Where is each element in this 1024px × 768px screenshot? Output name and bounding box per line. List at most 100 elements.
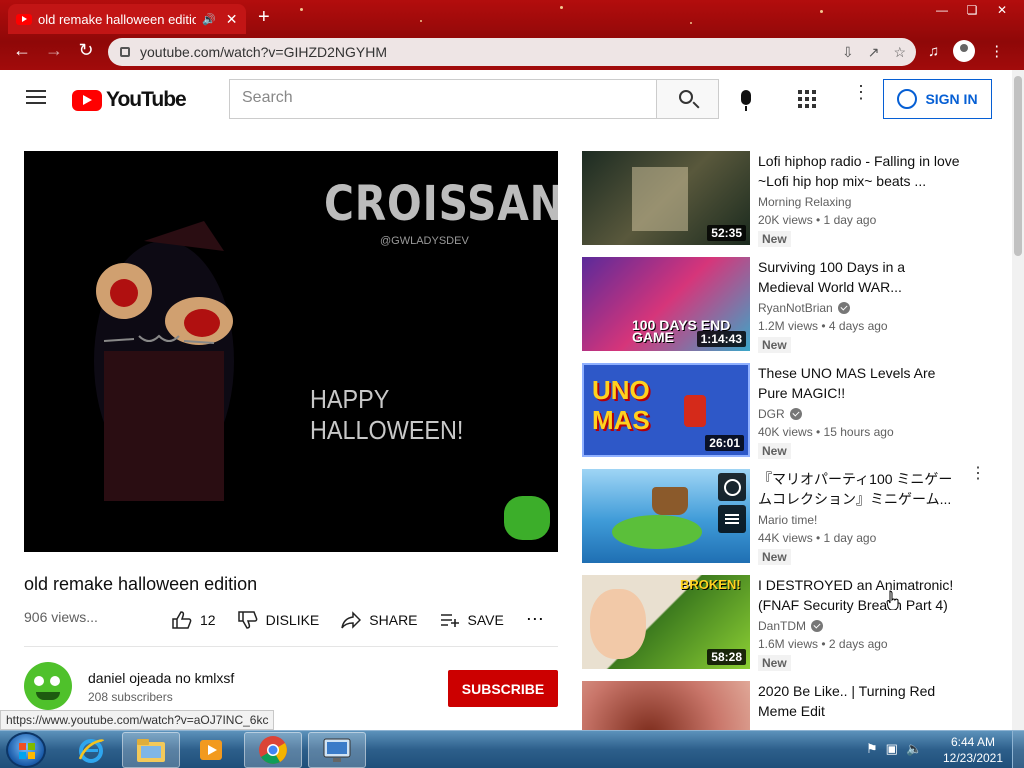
- duration-badge: 52:35: [707, 225, 746, 241]
- install-icon[interactable]: ⇩: [842, 44, 854, 61]
- recommendation-title[interactable]: Lofi hiphop radio - Falling in love ~Lof…: [758, 151, 962, 191]
- media-player-icon: [200, 740, 222, 760]
- recommendation-title[interactable]: Surviving 100 Days in a Medieval World W…: [758, 257, 962, 297]
- volume-icon[interactable]: 🔈: [906, 741, 922, 757]
- settings-more-icon[interactable]: ⋮: [852, 83, 870, 101]
- recommendation-item[interactable]: 100 DAYS END GAME 1:14:43 Surviving 100 …: [582, 257, 1002, 353]
- network-icon[interactable]: ▣: [886, 741, 898, 757]
- recommendation-item[interactable]: 52:35 Lofi hiphop radio - Falling in lov…: [582, 151, 1002, 247]
- page-scrollbar[interactable]: [1012, 70, 1024, 730]
- recommendation-channel[interactable]: Morning Relaxing: [758, 195, 851, 209]
- sign-in-button[interactable]: SIGN IN: [883, 79, 992, 119]
- forward-button[interactable]: →: [42, 40, 66, 61]
- taskbar-file-explorer[interactable]: [122, 732, 180, 768]
- recommendation-channel[interactable]: DGR: [758, 407, 802, 421]
- recommendation-title[interactable]: 2020 Be Like.. | Turning Red Meme Edit: [758, 681, 962, 721]
- start-button[interactable]: [6, 732, 46, 768]
- add-to-queue-icon[interactable]: [718, 505, 746, 533]
- windows-logo-icon: [19, 743, 35, 759]
- recommendation-meta: 1.6M views • 2 days ago: [758, 637, 888, 651]
- channel-name[interactable]: daniel ojeada no kmlxsf: [88, 670, 234, 686]
- thumbs-down-icon: [237, 610, 257, 629]
- taskbar-chrome[interactable]: [244, 732, 302, 768]
- reload-button[interactable]: ↻: [74, 40, 98, 61]
- voice-search-icon[interactable]: [741, 90, 751, 111]
- taskbar-media-player[interactable]: [182, 732, 240, 768]
- search-input[interactable]: Search: [229, 79, 656, 119]
- recommendation-title[interactable]: 『マリオパーティ100 ミニゲームコレクション』ミニゲーム...: [758, 469, 962, 509]
- taskbar-internet-explorer[interactable]: [62, 732, 120, 768]
- media-control-icon[interactable]: ♫: [928, 43, 939, 60]
- new-badge: New: [758, 337, 791, 353]
- video-thumbnail[interactable]: BROKEN! 58:28: [582, 575, 750, 669]
- recommendation-item[interactable]: 2020 Be Like.. | Turning Red Meme Edit: [582, 681, 1002, 730]
- new-badge: New: [758, 655, 791, 671]
- recommendation-title[interactable]: These UNO MAS Levels Are Pure MAGIC!!: [758, 363, 962, 403]
- action-center-flag-icon[interactable]: ⚑: [866, 741, 878, 757]
- playlist-add-icon: [440, 613, 459, 627]
- taskbar-remote-desktop[interactable]: [308, 732, 366, 768]
- share-arrow-icon: [341, 610, 362, 629]
- bookmark-star-icon[interactable]: ☆: [893, 44, 906, 61]
- subscribe-button[interactable]: SUBSCRIBE: [448, 670, 558, 707]
- recommendation-item[interactable]: BROKEN! 58:28 I DESTROYED an Animatronic…: [582, 575, 1002, 671]
- minimize-button[interactable]: —: [928, 0, 956, 20]
- system-clock[interactable]: 6:44 AM 12/23/2021: [940, 734, 1006, 766]
- video-thumbnail[interactable]: 100 DAYS END GAME 1:14:43: [582, 257, 750, 351]
- share-page-icon[interactable]: ↗: [868, 44, 880, 61]
- video-thumbnail[interactable]: UNO MAS 26:01: [582, 363, 750, 457]
- duration-badge: 26:01: [705, 435, 744, 451]
- apps-grid-icon[interactable]: [798, 90, 816, 108]
- show-desktop-button[interactable]: [1012, 731, 1024, 768]
- youtube-logo[interactable]: YouTube: [72, 88, 187, 112]
- verified-icon: [811, 620, 824, 632]
- recommendation-item[interactable]: UNO MAS 26:01 These UNO MAS Levels Are P…: [582, 363, 1002, 459]
- cat-character-image: [94, 221, 234, 501]
- video-thumbnail[interactable]: 52:35: [582, 151, 750, 245]
- overlay-title: CROISSANT: [324, 176, 558, 232]
- browser-tab[interactable]: old remake halloween editio 🔊 ✕: [8, 4, 246, 34]
- address-text: youtube.com/watch?v=GIHZD2NGYHM: [140, 44, 388, 60]
- close-tab-icon[interactable]: ✕: [226, 11, 238, 28]
- overlay-greeting: HAPPY HALLOWEEN!: [310, 384, 464, 445]
- more-actions-icon[interactable]: ⋯: [526, 609, 545, 630]
- address-bar[interactable]: youtube.com/watch?v=GIHZD2NGYHM ⇩ ↗ ☆: [108, 38, 916, 66]
- watch-later-icon[interactable]: [718, 473, 746, 501]
- new-badge: New: [758, 549, 791, 565]
- recommendation-channel[interactable]: DanTDM: [758, 619, 824, 633]
- gummy-bear-watermark-icon: [504, 496, 550, 540]
- video-thumbnail[interactable]: [582, 681, 750, 730]
- profile-avatar-icon[interactable]: [953, 40, 976, 62]
- channel-avatar[interactable]: [24, 662, 72, 710]
- video-player[interactable]: CROISSANT @GWLADYSDEV HAPPY HALLOWEEN!: [24, 151, 558, 552]
- youtube-page: YouTube Search ⋮ SIGN IN CROISSANT @GWLA…: [0, 70, 1012, 730]
- subscriber-count: 208 subscribers: [88, 690, 173, 704]
- internet-explorer-icon: [78, 739, 105, 763]
- recommendation-channel[interactable]: Mario time!: [758, 513, 817, 527]
- scrollbar-thumb[interactable]: [1014, 76, 1022, 256]
- save-button[interactable]: SAVE: [440, 611, 504, 629]
- share-button[interactable]: SHARE: [341, 610, 418, 629]
- folder-icon: [137, 739, 165, 762]
- item-menu-icon[interactable]: ⋮: [970, 466, 986, 482]
- close-window-button[interactable]: ✕: [988, 0, 1016, 20]
- search-button[interactable]: [656, 79, 719, 119]
- verified-icon: [789, 408, 802, 420]
- recommendation-channel[interactable]: RyanNotBrian: [758, 301, 850, 315]
- video-thumbnail[interactable]: [582, 469, 750, 563]
- verified-icon: [837, 302, 850, 314]
- like-button[interactable]: 12: [172, 610, 216, 629]
- status-bar-url: https://www.youtube.com/watch?v=aOJ7INC_…: [0, 710, 275, 730]
- overlay-handle: @GWLADYSDEV: [380, 235, 469, 247]
- back-button[interactable]: ←: [10, 40, 34, 61]
- hand-cursor-icon: [886, 590, 899, 610]
- restore-button[interactable]: ❏: [958, 0, 986, 20]
- recommendation-item[interactable]: 『マリオパーティ100 ミニゲームコレクション』ミニゲーム... Mario t…: [582, 466, 1002, 565]
- view-count[interactable]: 906 views...: [24, 609, 98, 625]
- hamburger-menu-icon[interactable]: [26, 90, 46, 104]
- dislike-button[interactable]: DISLIKE: [237, 610, 319, 629]
- audio-playing-icon[interactable]: 🔊: [202, 13, 216, 26]
- browser-menu-icon[interactable]: ⋮: [989, 42, 1004, 60]
- new-tab-button[interactable]: +: [258, 6, 270, 29]
- recommendation-title[interactable]: I DESTROYED an Animatronic! (FNAF Securi…: [758, 575, 962, 615]
